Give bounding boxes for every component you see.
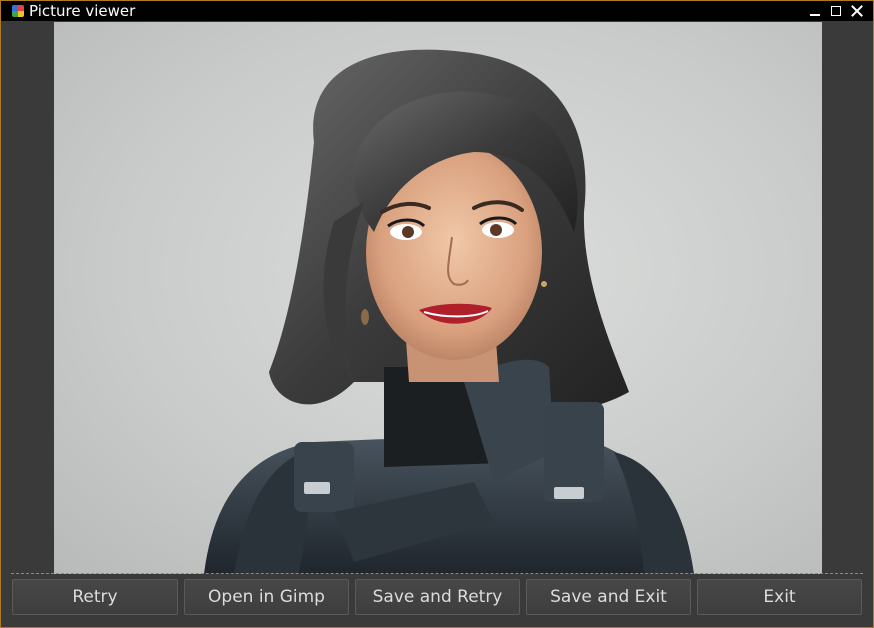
- portrait-image: [204, 49, 694, 574]
- window-title: Picture viewer: [29, 2, 136, 20]
- minimize-icon[interactable]: [807, 3, 823, 19]
- exit-button[interactable]: Exit: [697, 579, 862, 615]
- save-and-retry-button[interactable]: Save and Retry: [355, 579, 520, 615]
- button-bar-divider: [11, 573, 863, 574]
- title-bar[interactable]: Picture viewer: [1, 1, 873, 21]
- save-and-exit-button[interactable]: Save and Exit: [526, 579, 691, 615]
- open-in-gimp-button[interactable]: Open in Gimp: [184, 579, 349, 615]
- retry-button[interactable]: Retry: [12, 579, 178, 615]
- close-icon[interactable]: [849, 3, 865, 19]
- picture-viewer-window: Picture viewer Retry Open in Gimp Save a…: [0, 0, 874, 628]
- maximize-icon[interactable]: [828, 3, 844, 19]
- picture-viewer-icon: [12, 5, 24, 17]
- viewer-content: Retry Open in Gimp Save and Retry Save a…: [1, 21, 873, 627]
- picture-display: [54, 22, 822, 574]
